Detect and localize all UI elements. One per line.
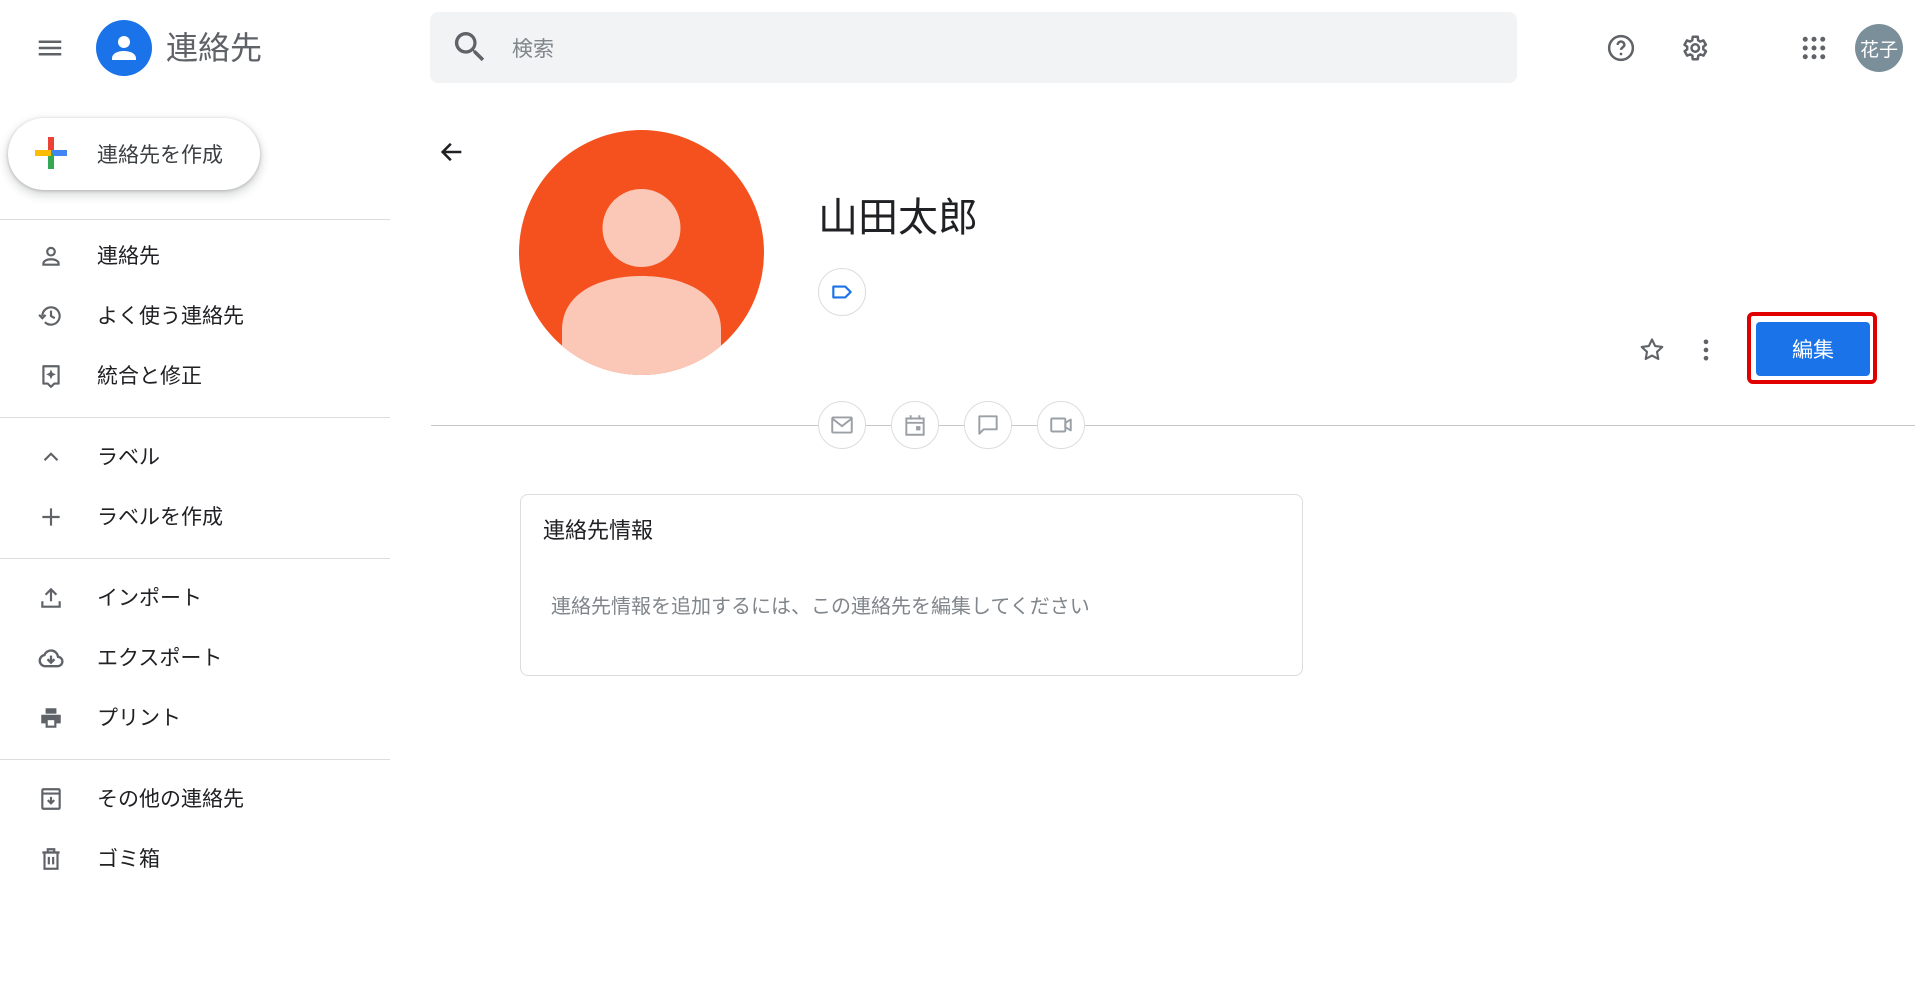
action-divider-line <box>431 425 1915 426</box>
trash-icon <box>36 844 66 874</box>
sidebar-item-label: ゴミ箱 <box>97 847 160 871</box>
sidebar-item-trash[interactable]: ゴミ箱 <box>0 830 390 888</box>
apps-grid-icon <box>1802 36 1826 60</box>
main-menu-button[interactable] <box>30 28 70 68</box>
arrow-left-icon <box>440 142 462 162</box>
manage-labels-button[interactable] <box>818 268 866 316</box>
chevron-up-icon <box>36 442 66 472</box>
sidebar-item-merge-fix[interactable]: 統合と修正 <box>0 347 390 405</box>
hamburger-menu-icon <box>38 40 62 56</box>
sidebar-item-import[interactable]: インポート <box>0 569 390 627</box>
video-icon <box>1050 417 1072 433</box>
create-contact-label: 連絡先を作成 <box>97 143 223 167</box>
sidebar-divider <box>0 558 390 559</box>
chat-icon <box>978 415 998 435</box>
sidebar-item-print[interactable]: プリント <box>0 689 390 747</box>
edit-button[interactable]: 編集 <box>1756 322 1870 376</box>
upload-icon <box>36 583 66 613</box>
person-icon <box>36 241 66 271</box>
video-call-button[interactable] <box>1037 401 1085 449</box>
cloud-download-icon <box>36 643 66 673</box>
apps-button[interactable] <box>1790 24 1838 72</box>
search-input[interactable] <box>510 12 1414 85</box>
sidebar-divider <box>0 759 390 760</box>
search-icon[interactable] <box>450 27 490 67</box>
sidebar-divider <box>0 219 390 220</box>
merge-fix-icon <box>36 361 66 391</box>
more-vert-icon <box>1703 339 1709 361</box>
person-silhouette-icon <box>562 189 721 375</box>
favorite-button[interactable] <box>1630 328 1674 372</box>
calendar-icon <box>905 415 925 436</box>
print-icon <box>36 703 66 733</box>
sidebar-item-other-contacts[interactable]: その他の連絡先 <box>0 770 390 828</box>
sidebar-item-label: ラベル <box>97 445 160 469</box>
contact-name: 山田太郎 <box>818 195 978 241</box>
settings-icon <box>1683 35 1708 61</box>
plus-icon <box>36 502 66 532</box>
send-chat-button[interactable] <box>964 401 1012 449</box>
app-title: 連絡先 <box>166 29 263 67</box>
sidebar-item-contacts[interactable]: 連絡先 <box>0 227 390 285</box>
archive-icon <box>36 784 66 814</box>
sidebar-item-labels-toggle[interactable]: ラベル <box>0 428 390 486</box>
help-button[interactable] <box>1597 24 1645 72</box>
schedule-event-button[interactable] <box>891 401 939 449</box>
sidebar-item-label: その他の連絡先 <box>97 787 244 811</box>
contact-info-hint: 連絡先情報を追加するには、この連絡先を編集してください <box>551 594 1090 618</box>
sidebar-divider <box>0 417 390 418</box>
sidebar-item-create-label[interactable]: ラベルを作成 <box>0 488 390 546</box>
contact-info-title: 連絡先情報 <box>543 519 654 544</box>
sidebar-item-label: 統合と修正 <box>97 364 202 388</box>
sidebar-item-label: プリント <box>97 706 181 730</box>
history-icon <box>36 301 66 331</box>
sidebar-item-label: 連絡先 <box>97 244 160 268</box>
help-icon <box>1607 34 1635 62</box>
app-logo[interactable] <box>96 20 152 76</box>
mail-icon <box>831 416 853 434</box>
contact-avatar <box>519 130 764 375</box>
back-button[interactable] <box>430 130 474 174</box>
more-options-button[interactable] <box>1684 328 1728 372</box>
sidebar-item-label: ラベルを作成 <box>97 505 223 529</box>
sidebar-item-label: エクスポート <box>97 646 223 670</box>
sidebar-item-export[interactable]: エクスポート <box>0 629 390 687</box>
account-avatar[interactable]: 花子 <box>1855 24 1903 72</box>
settings-button[interactable] <box>1670 24 1718 72</box>
send-email-button[interactable] <box>818 401 866 449</box>
sidebar-item-label: よく使う連絡先 <box>97 304 244 328</box>
sidebar-item-frequent[interactable]: よく使う連絡先 <box>0 287 390 345</box>
label-icon <box>832 285 852 299</box>
star-outline-icon <box>1640 338 1664 361</box>
contacts-logo-icon <box>112 36 136 60</box>
sidebar-item-label: インポート <box>97 586 202 610</box>
plus-colorful-icon <box>33 135 69 171</box>
